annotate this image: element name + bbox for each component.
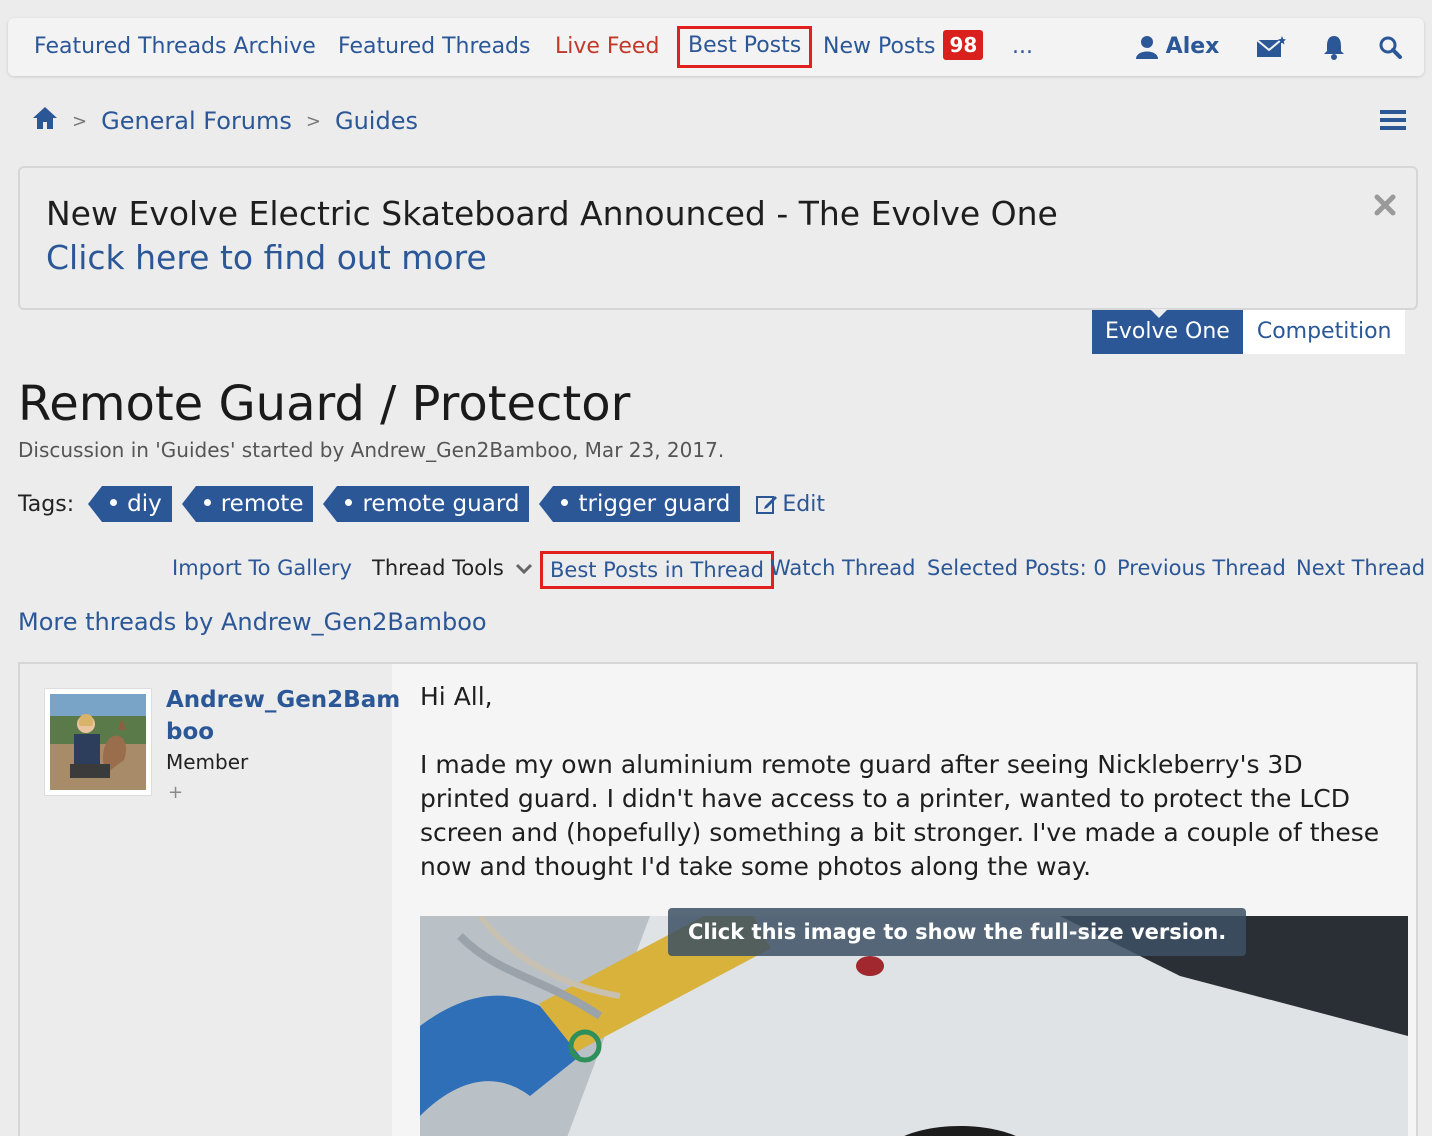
user-menu[interactable]: Alex [1136,18,1219,76]
post-author-line2: boo [166,719,215,745]
tab-evolve-one[interactable]: Evolve One [1092,309,1243,354]
post: Andrew_Gen2Bam boo Member + Hi All, I ma… [18,662,1418,1136]
breadcrumb-guides[interactable]: Guides [335,107,418,135]
tag-item[interactable]: remote guard [323,486,530,522]
author-title: Member [166,750,249,774]
nav-more[interactable]: ... [1012,18,1033,76]
next-thread-link[interactable]: Next Thread [1296,550,1425,586]
thread-tools-label: Thread Tools [372,556,504,580]
edit-tags-button[interactable]: Edit [756,492,825,517]
thread-tools-dropdown[interactable]: Thread Tools [372,550,533,586]
post-author-line1: Andrew_Gen2Bam [166,687,401,713]
thread-title: Remote Guard / Protector [18,376,631,432]
close-icon[interactable] [1374,194,1396,220]
tag-item[interactable]: trigger guard [539,486,741,522]
tag-label: diy [127,491,162,517]
user-icon [1136,36,1158,59]
tag-item[interactable]: remote [181,486,314,522]
tag-label: remote guard [362,491,520,517]
notice-link[interactable]: Click here to find out more [46,238,487,277]
tags-label: Tags: [18,491,75,517]
thread-tags: Tags: diy remote remote guard trigger gu… [18,486,825,522]
edit-icon [756,496,778,514]
hamburger-menu-icon[interactable] [1380,108,1406,136]
nav-new-posts[interactable]: New Posts 98 [823,18,984,76]
search-icon[interactable] [1378,18,1402,76]
import-to-gallery-link[interactable]: Import To Gallery [172,550,352,586]
post-user-info: Andrew_Gen2Bam boo Member + [20,664,401,1136]
thread-toolbar: Import To Gallery Thread Tools Best Post… [0,550,1432,590]
selected-posts-link[interactable]: Selected Posts: 0 [927,550,1107,586]
previous-thread-link[interactable]: Previous Thread [1117,550,1286,586]
breadcrumb-general-forums[interactable]: General Forums [101,107,292,135]
mail-icon[interactable] [1256,18,1286,76]
tab-competition[interactable]: Competition [1242,310,1406,354]
chevron-down-icon [515,563,532,575]
edit-tags-label: Edit [782,491,825,517]
notice-banner: New Evolve Electric Skateboard Announced… [18,166,1418,310]
best-posts-in-thread-link[interactable]: Best Posts in Thread [540,551,774,589]
watch-thread-link[interactable]: Watch Thread [770,550,915,586]
home-icon[interactable] [32,106,58,136]
notice-tabs: Evolve One Competition [1092,309,1406,354]
tag-label: trigger guard [578,491,731,517]
nav-featured-threads[interactable]: Featured Threads [338,18,530,76]
tag-item[interactable]: diy [88,486,172,522]
post-author[interactable]: Andrew_Gen2Bam boo [166,684,401,748]
image-tooltip: Click this image to show the full-size v… [668,908,1247,956]
breadcrumb: > General Forums > Guides [32,104,418,138]
nav-best-posts[interactable]: Best Posts [677,26,813,68]
breadcrumb-separator: > [72,110,88,132]
nav-new-posts-label: New Posts [823,34,936,59]
post-body: I made my own aluminium remote guard aft… [420,750,1380,881]
more-threads-link[interactable]: More threads by Andrew_Gen2Bamboo [18,608,487,636]
avatar[interactable] [44,688,152,796]
new-posts-badge: 98 [943,30,984,60]
post-message: Hi All, I made my own aluminium remote g… [420,680,1400,918]
thread-meta: Discussion in 'Guides' started by Andrew… [18,438,725,462]
author-expand-button[interactable]: + [168,782,183,803]
notice-title: New Evolve Electric Skateboard Announced… [46,194,1058,233]
top-nav: Featured Threads Archive Featured Thread… [8,18,1424,76]
breadcrumb-separator: > [305,110,321,132]
nav-featured-threads-archive[interactable]: Featured Threads Archive [34,18,316,76]
user-name: Alex [1165,34,1220,59]
post-greeting: Hi All, [420,682,493,711]
bell-icon[interactable] [1322,18,1346,76]
nav-live-feed[interactable]: Live Feed [555,18,659,76]
tag-label: remote [220,491,304,517]
